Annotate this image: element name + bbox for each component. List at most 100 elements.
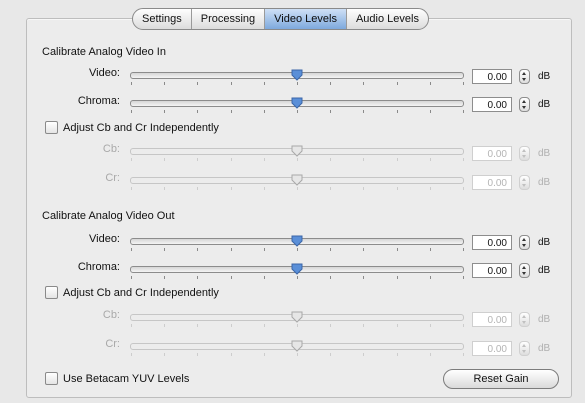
slider-tick bbox=[263, 158, 265, 161]
chroma-in-stepper[interactable] bbox=[519, 97, 530, 112]
slider-tick bbox=[164, 324, 166, 327]
chroma-in-value-field[interactable]: 0.00 bbox=[472, 97, 512, 112]
slider-tick bbox=[263, 353, 265, 356]
slider-tick bbox=[131, 276, 132, 279]
slider-tick bbox=[429, 353, 431, 356]
slider-tick bbox=[263, 248, 265, 251]
cb-in-slider bbox=[130, 145, 464, 161]
slider-tick bbox=[263, 324, 265, 327]
slider-tick bbox=[363, 187, 365, 190]
slider-tick bbox=[263, 276, 265, 279]
betacam-checkbox-row[interactable]: Use Betacam YUV Levels bbox=[45, 372, 189, 385]
video-in-value-field[interactable]: 0.00 bbox=[472, 69, 512, 84]
adjust-cbcr-out-checkbox[interactable] bbox=[45, 286, 58, 299]
tab-video-levels[interactable]: Video Levels bbox=[265, 9, 347, 29]
cr-in-stepper bbox=[519, 175, 530, 190]
slider-ticks bbox=[131, 110, 464, 113]
slider-tick bbox=[297, 353, 298, 356]
video-in-slider[interactable] bbox=[130, 69, 464, 85]
slider-tick bbox=[230, 158, 232, 161]
adjust-cbcr-in-checkbox[interactable] bbox=[45, 121, 58, 134]
slider-tick bbox=[396, 324, 398, 327]
cb-out-label: Cb: bbox=[102, 309, 120, 321]
cr-in-slider bbox=[130, 174, 464, 190]
slider-tick bbox=[363, 158, 365, 161]
video-out-value-field[interactable]: 0.00 bbox=[472, 235, 512, 250]
video-out-label: Video: bbox=[89, 233, 120, 245]
stepper-up-icon bbox=[522, 266, 526, 269]
video-in-stepper[interactable] bbox=[519, 69, 530, 84]
slider-tick bbox=[429, 158, 431, 161]
reset-gain-button[interactable]: Reset Gain bbox=[443, 369, 559, 389]
tab-processing[interactable]: Processing bbox=[192, 9, 266, 29]
betacam-checkbox[interactable] bbox=[45, 372, 58, 385]
betacam-label: Use Betacam YUV Levels bbox=[63, 372, 190, 385]
cr-out-label: Cr: bbox=[105, 338, 120, 350]
slider-thumb[interactable] bbox=[291, 69, 303, 81]
slider-thumb[interactable] bbox=[291, 97, 303, 109]
slider-ticks bbox=[131, 248, 464, 251]
slider-tick bbox=[164, 82, 166, 85]
slider-thumb[interactable] bbox=[291, 235, 303, 247]
slider-tick bbox=[429, 82, 431, 85]
slider-tick bbox=[297, 248, 298, 251]
stepper-down-icon bbox=[522, 244, 526, 247]
slider-tick bbox=[197, 276, 199, 279]
slider-tick bbox=[230, 187, 232, 190]
slider-thumb[interactable] bbox=[291, 263, 303, 275]
slider-ticks bbox=[131, 353, 464, 356]
chroma-out-slider[interactable] bbox=[130, 263, 464, 279]
adjust-cbcr-out-checkbox-row[interactable]: Adjust Cb and Cr Independently bbox=[45, 286, 219, 299]
slider-tick bbox=[197, 187, 199, 190]
slider-tick bbox=[330, 187, 332, 190]
video-out-slider[interactable] bbox=[130, 235, 464, 251]
slider-tick bbox=[363, 324, 365, 327]
stepper-up-icon bbox=[522, 315, 526, 318]
slider-tick bbox=[263, 187, 265, 190]
section-title-analog-out: Calibrate Analog Video Out bbox=[42, 210, 175, 222]
chroma-out-unit: dB bbox=[538, 265, 551, 276]
slider-tick bbox=[463, 324, 464, 327]
cr-in-value-field: 0.00 bbox=[472, 175, 512, 190]
slider-tick bbox=[131, 187, 132, 190]
slider-tick bbox=[297, 187, 298, 190]
adjust-cbcr-in-label: Adjust Cb and Cr Independently bbox=[63, 121, 219, 134]
slider-tick bbox=[363, 248, 365, 251]
slider-tick bbox=[330, 353, 332, 356]
adjust-cbcr-in-checkbox-row[interactable]: Adjust Cb and Cr Independently bbox=[45, 121, 219, 134]
cb-in-label: Cb: bbox=[102, 143, 120, 155]
chroma-out-stepper[interactable] bbox=[519, 263, 530, 278]
tab-audio-levels[interactable]: Audio Levels bbox=[347, 9, 428, 29]
chroma-out-value-field[interactable]: 0.00 bbox=[472, 263, 512, 278]
slider-ticks bbox=[131, 82, 464, 85]
slider-tick bbox=[330, 276, 332, 279]
slider-tick bbox=[463, 158, 464, 161]
slider-tick bbox=[396, 187, 398, 190]
video-out-stepper[interactable] bbox=[519, 235, 530, 250]
stepper-up-icon bbox=[522, 149, 526, 152]
stepper-down-icon bbox=[522, 106, 526, 109]
slider-tick bbox=[197, 82, 199, 85]
stepper-up-icon bbox=[522, 238, 526, 241]
tab-settings[interactable]: Settings bbox=[133, 9, 192, 29]
slider-tick bbox=[230, 110, 232, 113]
chroma-in-label: Chroma: bbox=[77, 95, 120, 107]
stepper-down-icon bbox=[522, 272, 526, 275]
slider-tick bbox=[363, 353, 365, 356]
slider-tick bbox=[197, 324, 199, 327]
slider-tick bbox=[164, 276, 166, 279]
slider-tick bbox=[363, 110, 365, 113]
cb-out-unit: dB bbox=[538, 314, 551, 325]
slider-tick bbox=[131, 158, 132, 161]
slider-ticks bbox=[131, 187, 464, 190]
chroma-in-slider[interactable] bbox=[130, 97, 464, 113]
slider-tick bbox=[396, 158, 398, 161]
slider-tick bbox=[330, 110, 332, 113]
chroma-in-unit: dB bbox=[538, 99, 551, 110]
slider-tick bbox=[230, 353, 232, 356]
slider-tick bbox=[429, 324, 431, 327]
slider-ticks bbox=[131, 276, 464, 279]
slider-ticks bbox=[131, 324, 464, 327]
cb-in-value-field: 0.00 bbox=[472, 146, 512, 161]
slider-tick bbox=[263, 82, 265, 85]
